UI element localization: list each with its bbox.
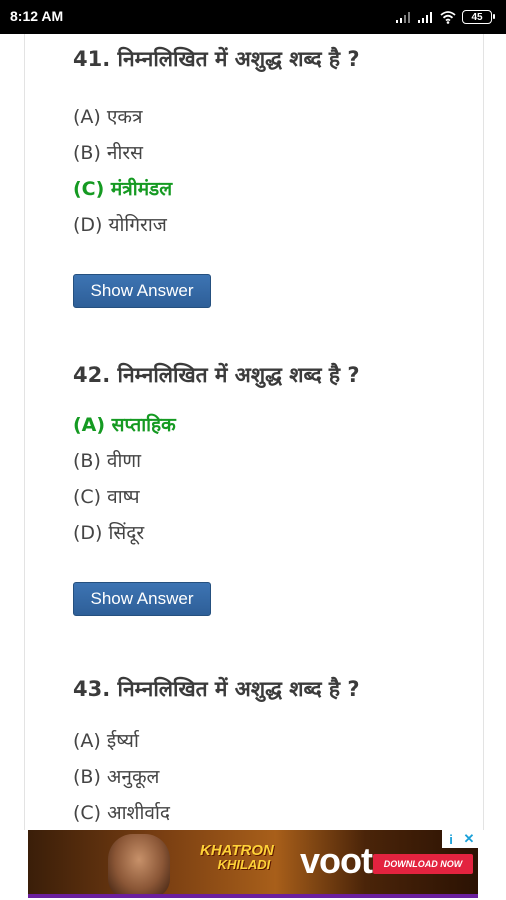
status-bar: 8:12 AM 45: [0, 0, 506, 34]
option-b: (B) अनुकूल: [73, 766, 160, 788]
option-a: (A) ईर्ष्या: [73, 730, 139, 752]
option-a: (A) एकत्र: [73, 106, 143, 128]
option-c-correct: (C) मंत्रीमंडल: [73, 178, 173, 200]
question-title: 43. निम्नलिखित में अशुद्ध शब्द है ?: [73, 677, 360, 701]
option-a-correct: (A) सप्ताहिक: [73, 414, 176, 436]
question-title: 41. निम्नलिखित में अशुद्ध शब्द है ?: [73, 47, 360, 71]
option-b: (B) नीरस: [73, 142, 143, 164]
option-c: (C) आशीर्वाद: [73, 802, 170, 824]
question-43: 43. निम्नलिखित में अशुद्ध शब्द है ? (A) …: [73, 674, 473, 824]
signal-icon: [396, 12, 410, 23]
ad-info-icon[interactable]: i: [442, 830, 460, 848]
ad-show-logo: KHATRON KHILADI: [200, 842, 274, 872]
ad-close-icon[interactable]: ✕: [460, 830, 478, 848]
option-d: (D) योगिराज: [73, 214, 167, 236]
ad-controls: i ✕: [442, 830, 478, 848]
ad-logo-line2: KHILADI: [217, 857, 271, 872]
show-answer-button[interactable]: Show Answer: [73, 582, 211, 616]
battery-icon: 45: [462, 10, 495, 24]
option-d: (D) सिंदूर: [73, 522, 145, 544]
ad-strip: [28, 894, 478, 898]
question-41: 41. निम्नलिखित में अशुद्ध शब्द है ? (A) …: [73, 44, 473, 308]
ad-brand: voot: [300, 840, 373, 881]
question-title: 42. निम्नलिखित में अशुद्ध शब्द है ?: [73, 363, 360, 387]
question-42: 42. निम्नलिखित में अशुद्ध शब्द है ? (A) …: [73, 360, 473, 616]
wifi-icon: [440, 10, 456, 24]
show-answer-button[interactable]: Show Answer: [73, 274, 211, 308]
ad-download-button[interactable]: DOWNLOAD NOW: [373, 854, 473, 874]
status-time: 8:12 AM: [10, 8, 64, 24]
quiz-content[interactable]: 41. निम्नलिखित में अशुद्ध शब्द है ? (A) …: [24, 34, 484, 830]
ad-banner[interactable]: KHATRON KHILADI voot DOWNLOAD NOW i ✕: [28, 830, 478, 898]
ad-logo-line1: KHATRON: [200, 842, 274, 859]
signal-icon-2: [418, 12, 432, 23]
status-icons: 45: [396, 8, 495, 26]
ad-image: [108, 834, 170, 898]
option-c: (C) वाष्प: [73, 486, 140, 508]
option-b: (B) वीणा: [73, 450, 142, 472]
battery-level: 45: [471, 11, 483, 23]
